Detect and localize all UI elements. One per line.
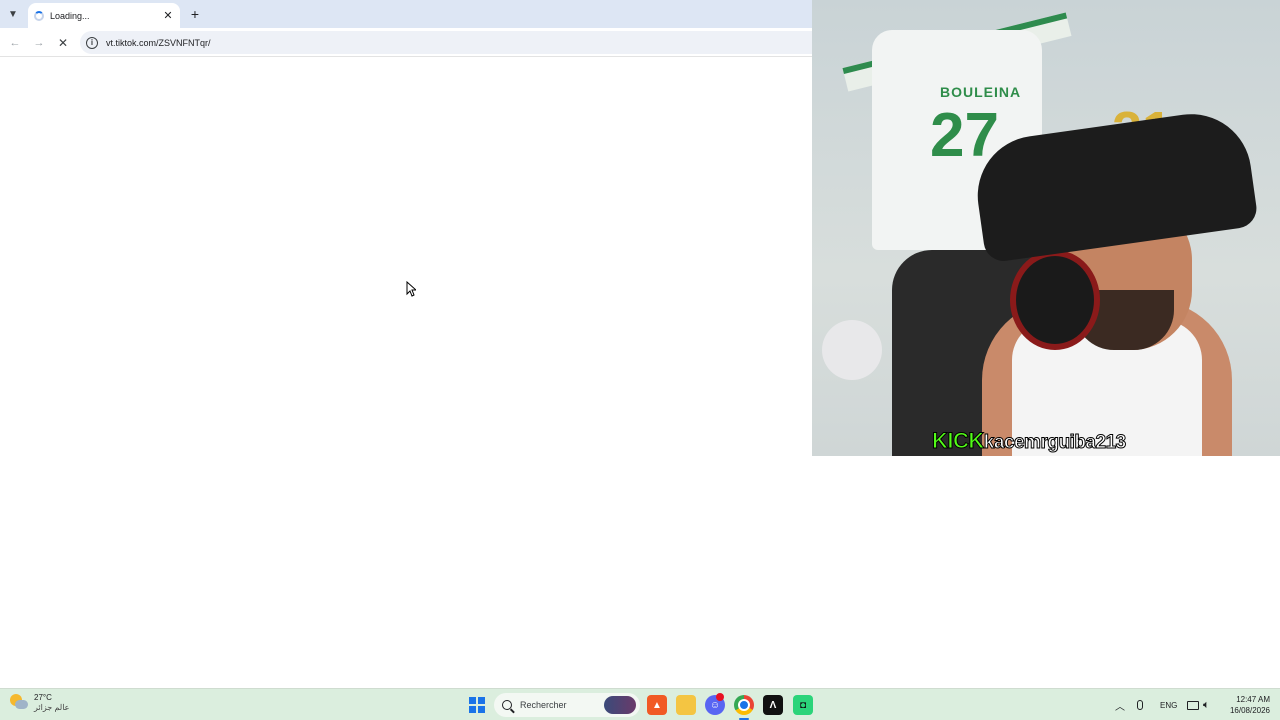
clock-date: 16/08/2026 (1229, 706, 1270, 715)
partly-cloudy-icon (10, 694, 28, 712)
stop-loading-icon[interactable]: ✕ (54, 34, 72, 52)
stream-caption: KICK kacemrguiba213 (932, 428, 1127, 454)
search-highlight-icon[interactable] (604, 696, 636, 714)
back-arrow-icon[interactable]: ← (6, 34, 24, 52)
caption-brand: KICK (932, 428, 985, 454)
tab-active[interactable]: Loading... ✕ (28, 3, 180, 28)
webcam-overlay: BOULEINA 27 21 KICK kacemrguiba213 (812, 0, 1280, 456)
weather-description: عالم جزائر (34, 703, 70, 712)
site-info-icon[interactable]: i (86, 36, 98, 49)
brave-icon[interactable]: ▲ (647, 695, 667, 715)
browser-toolbar: ← → ✕ i vt.tiktok.com/ZSVNFNTqr/ (0, 28, 812, 57)
new-tab-button[interactable]: + (186, 5, 204, 23)
address-bar[interactable]: i vt.tiktok.com/ZSVNFNTqr/ (80, 31, 812, 54)
screen: ▼ Loading... ✕ + ← → ✕ i vt.tiktok.com/Z… (0, 0, 1280, 720)
search-icon (502, 700, 512, 710)
show-hidden-icons-chevron-icon[interactable]: ︿ (1115, 689, 1125, 720)
headset (1010, 250, 1100, 350)
taskbar-search[interactable]: Rechercher (494, 693, 640, 717)
windows-start-icon[interactable] (469, 697, 485, 713)
caption-handle: kacemrguiba213 (983, 432, 1126, 454)
chrome-icon[interactable] (734, 695, 754, 715)
ball (822, 320, 882, 380)
search-label: Rechercher (520, 700, 567, 710)
loading-spinner-icon (34, 10, 44, 21)
tab-search-chevron-icon[interactable]: ▼ (4, 5, 22, 23)
microphone-icon[interactable] (1137, 689, 1143, 720)
clock[interactable]: 12:47 AM 16/08/2026 (1224, 694, 1270, 716)
lambda-app-icon[interactable]: Λ (763, 695, 783, 715)
address-url[interactable]: vt.tiktok.com/ZSVNFNTqr/ (106, 38, 211, 48)
clock-time: 12:47 AM (1236, 695, 1270, 704)
volume-icon[interactable]: 🔈︎ (1203, 689, 1210, 720)
file-explorer-icon[interactable] (676, 695, 696, 715)
weather-widget[interactable]: 27°C عالم جزائر (10, 693, 69, 713)
green-app-icon[interactable]: ◘ (793, 695, 813, 715)
jersey-name: BOULEINA (940, 84, 1022, 100)
discord-notification-badge (716, 693, 724, 701)
mouse-cursor-icon (406, 281, 416, 297)
tab-title: Loading... (50, 10, 90, 21)
page-content[interactable] (0, 57, 812, 688)
close-tab-icon[interactable]: ✕ (162, 9, 174, 22)
forward-arrow-icon[interactable]: → (30, 34, 48, 52)
network-icon[interactable] (1187, 689, 1199, 720)
language-indicator[interactable]: ENG (1160, 689, 1177, 720)
taskbar: 27°C عالم جزائر Rechercher ▲ ☺ Λ ◘ ︿ ENG… (0, 688, 1280, 720)
weather-temperature: 27°C (34, 693, 52, 702)
tab-strip: ▼ Loading... ✕ + (0, 0, 812, 28)
